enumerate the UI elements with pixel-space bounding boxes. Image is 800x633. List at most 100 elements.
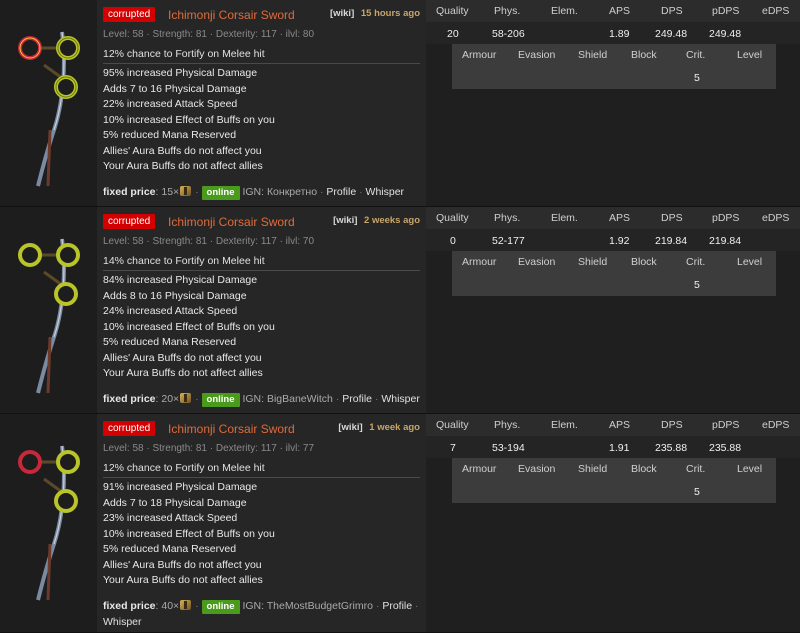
profile-link[interactable]: Profile <box>326 186 356 198</box>
mod-line: Your Aura Buffs do not affect allies <box>103 160 263 172</box>
price-row: fixed price: 15× · online IGN: Конкретно… <box>103 186 405 200</box>
corrupted-badge: corrupted <box>103 421 156 436</box>
listing-meta: [wiki] 1 week ago <box>338 422 420 433</box>
aps-header: APS <box>609 419 631 431</box>
dps-value: 235.88 <box>655 442 688 454</box>
quality-header: Quality <box>436 419 469 431</box>
defense-stats-box: Armour Evasion Shield Block Crit. Level … <box>452 44 776 89</box>
pdps-header: pDPS <box>712 5 740 17</box>
armour-header: Armour <box>462 463 497 475</box>
quality-header: Quality <box>436 5 469 17</box>
profile-link[interactable]: Profile <box>382 600 412 612</box>
edps-header: eDPS <box>762 419 790 431</box>
mod-line: 24% increased Attack Speed <box>103 305 238 317</box>
pdps-value: 235.88 <box>709 442 742 454</box>
online-badge: online <box>201 186 240 200</box>
item-title-row: corrupted Ichimonji Corsair Sword [wiki]… <box>103 420 420 436</box>
implicit-mod: 14% chance to Fortify on Melee hit <box>103 255 420 271</box>
mod-line: Allies' Aura Buffs do not affect you <box>103 351 262 364</box>
price-amount: 15× <box>161 186 180 198</box>
seller-ign: IGN: TheMostBudgetGrimro <box>242 600 373 612</box>
implicit-mod: 12% chance to Fortify on Melee hit <box>103 462 420 478</box>
corsair-sword-art-icon <box>18 31 80 187</box>
pdps-value: 219.84 <box>709 235 742 247</box>
mod-line: Adds 7 to 18 Physical Damage <box>103 496 247 509</box>
wiki-link[interactable]: [wiki] <box>333 215 357 226</box>
whisper-link[interactable]: Whisper <box>366 186 405 198</box>
aps-value: 1.89 <box>609 28 630 40</box>
item-requirements: Level: 58 · Strength: 81 · Dexterity: 11… <box>103 443 315 454</box>
crit-header: Crit. <box>686 49 706 61</box>
seller-ign: IGN: Конкретно <box>242 186 318 198</box>
crit-header: Crit. <box>686 256 706 268</box>
online-badge: online <box>201 600 240 614</box>
evasion-header: Evasion <box>518 49 556 61</box>
mod-line: 23% increased Attack Speed <box>103 512 238 524</box>
mod-line: 5% reduced Mana Reserved <box>103 543 237 555</box>
whisper-link[interactable]: Whisper <box>103 616 142 628</box>
item-thumbnail-cell <box>0 414 97 632</box>
wiki-link[interactable]: [wiki] <box>330 8 354 19</box>
explicit-mods: 91% increased Physical Damage Adds 7 to … <box>103 480 275 589</box>
shield-header: Shield <box>578 256 608 268</box>
armour-header: Armour <box>462 49 497 61</box>
mod-line: Adds 7 to 16 Physical Damage <box>103 82 247 95</box>
mod-line: 91% increased Physical Damage <box>103 481 258 493</box>
listing-age: 15 hours ago <box>360 8 420 19</box>
mod-line: 5% reduced Mana Reserved <box>103 336 237 348</box>
item-info-cell: corrupted Ichimonji Corsair Sword [wiki]… <box>97 0 426 206</box>
stats-header-row: Quality Phys. Elem. APS DPS pDPS eDPS <box>426 0 800 22</box>
quality-header: Quality <box>436 212 469 224</box>
mod-line: Allies' Aura Buffs do not affect you <box>103 558 262 571</box>
aps-header: APS <box>609 212 631 224</box>
item-title-row: corrupted Ichimonji Corsair Sword [wiki]… <box>103 6 420 22</box>
phys-header: Phys. <box>494 212 521 224</box>
phys-header: Phys. <box>494 419 521 431</box>
stats-header-row: Quality Phys. Elem. APS DPS pDPS eDPS <box>426 207 800 229</box>
stats-header-row: Quality Phys. Elem. APS DPS pDPS eDPS <box>426 414 800 436</box>
seller-ign: IGN: BigBaneWitch <box>242 393 333 405</box>
level-header: Level <box>737 463 763 475</box>
corsair-sword-art-icon <box>18 445 80 601</box>
corrupted-badge: corrupted <box>103 7 156 22</box>
block-header: Block <box>631 49 657 61</box>
dps-value: 219.84 <box>655 235 688 247</box>
level-header: Level <box>737 49 763 61</box>
profile-link[interactable]: Profile <box>342 393 372 405</box>
elem-header: Elem. <box>551 212 578 224</box>
phys-value: 52-177 <box>492 235 525 247</box>
wiki-link[interactable]: [wiki] <box>338 422 362 433</box>
item-name: Ichimonji Corsair Sword <box>168 215 295 229</box>
crit-header: Crit. <box>686 463 706 475</box>
aps-value: 1.92 <box>609 235 630 247</box>
quality-value: 20 <box>447 28 459 40</box>
mod-line: Allies' Aura Buffs do not affect you <box>103 144 262 157</box>
result-row: corrupted Ichimonji Corsair Sword [wiki]… <box>0 207 800 414</box>
implicit-mod: 12% chance to Fortify on Melee hit <box>103 48 420 64</box>
exalted-orb-icon <box>180 186 192 196</box>
whisper-link[interactable]: Whisper <box>381 393 420 405</box>
stats-value-row: 7 53-194 1.91 235.88 235.88 <box>426 436 800 458</box>
listing-age: 1 week ago <box>369 422 420 433</box>
mod-line: 22% increased Attack Speed <box>103 98 238 110</box>
price-label: fixed price <box>103 393 156 405</box>
price-amount: 20× <box>161 393 180 405</box>
item-stats-cell: Quality Phys. Elem. APS DPS pDPS eDPS 20… <box>426 0 800 206</box>
corsair-sword-art-icon <box>18 238 80 394</box>
price-label: fixed price <box>103 600 156 612</box>
mod-line: 10% increased Effect of Buffs on you <box>103 113 275 126</box>
price-label: fixed price <box>103 186 156 198</box>
item-info-cell: corrupted Ichimonji Corsair Sword [wiki]… <box>97 207 426 413</box>
item-stats-cell: Quality Phys. Elem. APS DPS pDPS eDPS 0 … <box>426 207 800 413</box>
item-stats-cell: Quality Phys. Elem. APS DPS pDPS eDPS 7 … <box>426 414 800 632</box>
armour-header: Armour <box>462 256 497 268</box>
elem-header: Elem. <box>551 419 578 431</box>
mod-line: 10% increased Effect of Buffs on you <box>103 527 275 540</box>
quality-value: 0 <box>450 235 456 247</box>
listing-meta: [wiki] 15 hours ago <box>330 8 420 19</box>
phys-header: Phys. <box>494 5 521 17</box>
crit-value: 5 <box>694 486 700 498</box>
pdps-header: pDPS <box>712 212 740 224</box>
item-name: Ichimonji Corsair Sword <box>168 8 295 22</box>
edps-header: eDPS <box>762 212 790 224</box>
